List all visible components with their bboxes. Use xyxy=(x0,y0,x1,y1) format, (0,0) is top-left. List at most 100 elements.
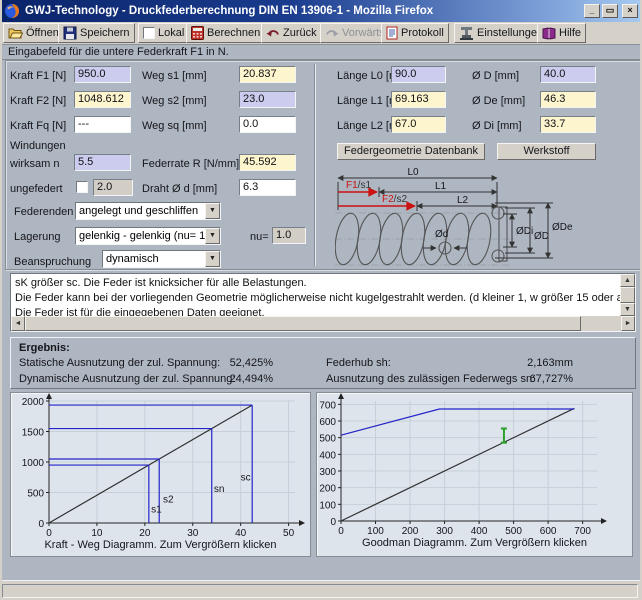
federrate-input[interactable]: 45.592 xyxy=(239,154,296,171)
open-button[interactable]: Öffnen xyxy=(3,23,64,43)
back-arrow-icon xyxy=(266,28,280,39)
minimize-icon[interactable]: _ xyxy=(584,4,600,18)
close-icon[interactable]: × xyxy=(622,4,638,18)
goodman-chart-canvas: 0100200300400500600700010020030040050060… xyxy=(317,393,630,537)
svg-text:50: 50 xyxy=(283,528,295,539)
d-dim-label: ØD xyxy=(534,231,549,242)
weg-s2-input[interactable]: 23.0 xyxy=(239,91,296,108)
laenge-l2-input[interactable]: 67.0 xyxy=(391,116,446,133)
goodman-chart[interactable]: 0100200300400500600700010020030040050060… xyxy=(316,392,633,557)
federrate-label: Federrate R [N/mm] xyxy=(142,158,239,170)
ungefedert-input: 2.0 xyxy=(93,179,133,196)
durchmesser-di-input[interactable]: 33.7 xyxy=(540,116,596,133)
scroll-up-icon[interactable]: ▲ xyxy=(620,274,635,287)
open-label: Öffnen xyxy=(26,27,59,39)
scroll-down-icon[interactable]: ▼ xyxy=(620,303,635,316)
kraft-weg-chart[interactable]: 010203040500500100015002000s1s2snsc Kraf… xyxy=(10,392,311,557)
beanspruchung-select[interactable]: dynamisch ▼ xyxy=(102,250,221,268)
de-dim-label: ØDe xyxy=(552,222,573,233)
svg-text:20: 20 xyxy=(139,528,151,539)
weg-sq-label: Weg sq [mm] xyxy=(142,120,207,132)
f2-s2-label: F2/s2 xyxy=(382,194,407,205)
svg-text:1000: 1000 xyxy=(22,458,45,469)
chevron-down-icon[interactable]: ▼ xyxy=(205,203,220,219)
ungefedert-checkbox[interactable] xyxy=(76,181,88,193)
calculate-button[interactable]: Berechnen xyxy=(186,23,265,43)
durchmesser-de-label: Ø De [mm] xyxy=(472,95,525,107)
document-icon xyxy=(386,26,398,40)
chevron-down-icon[interactable]: ▼ xyxy=(205,251,220,267)
svg-text:700: 700 xyxy=(574,526,591,537)
federgeometrie-datenbank-button[interactable]: Federgeometrie Datenbank xyxy=(337,143,485,160)
svg-text:400: 400 xyxy=(471,526,488,537)
svg-text:30: 30 xyxy=(187,528,199,539)
draht-input[interactable]: 6.3 xyxy=(239,179,296,196)
svg-text:200: 200 xyxy=(402,526,419,537)
laenge-l1-input[interactable]: 69.163 xyxy=(391,91,446,108)
svg-text:s2: s2 xyxy=(163,494,174,505)
l1-dim-label: L1 xyxy=(435,181,447,192)
result-value: 67,727% xyxy=(503,373,573,385)
svg-text:1500: 1500 xyxy=(22,428,45,439)
kraft-weg-chart-caption[interactable]: Kraft - Weg Diagramm. Zum Vergrößern kli… xyxy=(11,539,310,551)
scroll-right-icon[interactable]: ► xyxy=(621,316,635,331)
werkstoff-button[interactable]: Werkstoff xyxy=(497,143,596,160)
lokal-label: Lokal xyxy=(158,27,184,39)
kraft-f1-input[interactable]: 950.0 xyxy=(74,66,131,83)
windungen-title: Windungen xyxy=(10,140,66,152)
beanspruchung-label: Beanspruchung xyxy=(14,256,91,268)
svg-text:600: 600 xyxy=(319,417,336,428)
weg-s1-input[interactable]: 20.837 xyxy=(239,66,296,83)
horizontal-scroll-thumb[interactable] xyxy=(25,316,581,331)
chevron-down-icon[interactable]: ▼ xyxy=(205,228,220,244)
durchmesser-de-input[interactable]: 46.3 xyxy=(540,91,596,108)
save-button[interactable]: Speichern xyxy=(58,23,135,43)
help-label: Hilfe xyxy=(559,27,581,39)
horizontal-scrollbar[interactable]: ◄ ► xyxy=(11,316,635,331)
message-area[interactable]: sK größer sc. Die Feder ist knicksicher … xyxy=(10,273,636,332)
goodman-chart-caption[interactable]: Goodman Diagramm. Zum Vergrößern klicken xyxy=(317,537,632,549)
durchmesser-d-input[interactable]: 40.0 xyxy=(540,66,596,83)
help-button[interactable]: Hilfe xyxy=(537,23,586,43)
maximize-icon[interactable]: ▭ xyxy=(602,4,618,18)
kraft-f2-input[interactable]: 1048.612 xyxy=(74,91,131,108)
open-folder-icon xyxy=(8,26,23,40)
lokal-checkbox-group[interactable]: Lokal xyxy=(138,23,189,43)
federenden-value: angelegt und geschliffen xyxy=(79,205,198,217)
vertical-scrollbar[interactable]: ▲ ▼ xyxy=(620,274,635,316)
laenge-l0-input[interactable]: 90.0 xyxy=(391,66,446,83)
back-button[interactable]: Zurück xyxy=(261,23,322,43)
scroll-left-icon[interactable]: ◄ xyxy=(11,316,25,331)
settings-button[interactable]: Einstellungen xyxy=(454,23,548,43)
kraft-f2-label: Kraft F2 [N] xyxy=(10,95,66,107)
lokal-checkbox[interactable] xyxy=(143,27,155,39)
federenden-select[interactable]: angelegt und geschliffen ▼ xyxy=(75,202,221,220)
protocol-label: Protokoll xyxy=(401,27,444,39)
result-label: Statische Ausnutzung der zul. Spannung: xyxy=(19,357,220,369)
spring-schematic: Ød L0 F1/s1 L1 F2/s2 L2 ØDi ØD ØDe xyxy=(335,166,641,268)
svg-text:200: 200 xyxy=(319,484,336,495)
result-title: Ergebnis: xyxy=(19,342,70,354)
svg-text:100: 100 xyxy=(367,526,384,537)
svg-text:40: 40 xyxy=(235,528,247,539)
weg-s1-label: Weg s1 [mm] xyxy=(142,70,207,82)
protocol-button[interactable]: Protokoll xyxy=(381,23,449,43)
wirksam-input[interactable]: 5.5 xyxy=(74,154,131,171)
floppy-disk-icon xyxy=(63,26,77,40)
nu-input: 1.0 xyxy=(272,227,306,244)
svg-text:500: 500 xyxy=(27,489,44,500)
result-value: 24,494% xyxy=(203,373,273,385)
firefox-icon xyxy=(4,3,20,19)
forward-label: Vorwärts xyxy=(342,27,385,39)
kraft-fq-input[interactable]: --- xyxy=(74,116,131,133)
svg-text:sc: sc xyxy=(241,472,251,483)
save-label: Speichern xyxy=(80,27,130,39)
lagerung-value: gelenkig - gelenkig (nu= 1) xyxy=(79,230,209,242)
weg-sq-input[interactable]: 0.0 xyxy=(239,116,296,133)
vertical-scroll-thumb[interactable] xyxy=(620,287,635,303)
kraft-f1-label: Kraft F1 [N] xyxy=(10,70,66,82)
ungefedert-label: ungefedert xyxy=(10,183,63,195)
lagerung-select[interactable]: gelenkig - gelenkig (nu= 1) ▼ xyxy=(75,227,221,245)
svg-text:2000: 2000 xyxy=(22,397,45,408)
press-tool-icon xyxy=(459,26,474,40)
